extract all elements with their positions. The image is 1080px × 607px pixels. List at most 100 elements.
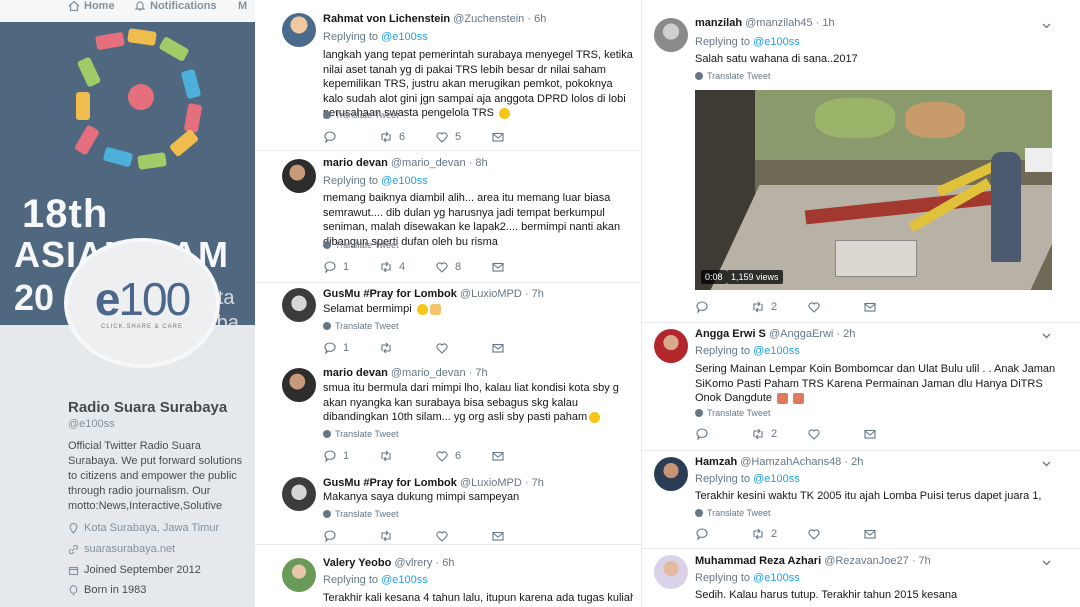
- translate-tweet[interactable]: Translate Tweet: [695, 71, 771, 81]
- user-avatar[interactable]: [654, 555, 688, 589]
- user-handle[interactable]: @Zuchenstein: [453, 13, 524, 25]
- chevron-down-icon[interactable]: [1042, 331, 1051, 340]
- tweet-time[interactable]: · 1h: [816, 17, 835, 29]
- translate-tweet[interactable]: Translate Tweet: [323, 509, 399, 519]
- user-avatar[interactable]: [654, 18, 688, 52]
- tweet-time[interactable]: · 7h: [912, 555, 931, 567]
- translate-tweet[interactable]: Translate Tweet: [695, 508, 771, 518]
- tweet-time[interactable]: · 6h: [527, 13, 546, 25]
- like-button[interactable]: [807, 300, 863, 314]
- reply-tweet[interactable]: Angga Erwi S @AnggaErwi · 2h Replying to…: [642, 322, 1080, 451]
- like-button[interactable]: [807, 527, 863, 541]
- replying-to-handle[interactable]: @e100ss: [381, 31, 428, 43]
- retweet-button[interactable]: [379, 529, 435, 543]
- tweet-time[interactable]: · 8h: [469, 157, 488, 169]
- reply-button[interactable]: [323, 529, 379, 543]
- reply-tweet[interactable]: mario devan @mario_devan · 8h Replying t…: [255, 150, 641, 283]
- like-button[interactable]: 6: [435, 449, 491, 463]
- tweet-time[interactable]: · 7h: [525, 477, 544, 489]
- retweet-button[interactable]: [379, 449, 435, 463]
- reply-tweet[interactable]: Hamzah @HamzahAchans48 · 2h Replying to …: [642, 450, 1080, 549]
- user-name[interactable]: Rahmat von Lichenstein: [323, 13, 450, 25]
- replying-to-handle[interactable]: @e100ss: [753, 572, 800, 584]
- translate-tweet[interactable]: Translate Tweet: [695, 408, 771, 418]
- user-name[interactable]: Muhammad Reza Azhari: [695, 555, 821, 567]
- replying-to-handle[interactable]: @e100ss: [381, 175, 428, 187]
- user-avatar[interactable]: [654, 457, 688, 491]
- user-handle[interactable]: @vlrery: [394, 557, 432, 569]
- replying-to-handle[interactable]: @e100ss: [753, 345, 800, 357]
- reply-button[interactable]: 1: [323, 341, 379, 355]
- retweet-button[interactable]: 2: [751, 300, 807, 314]
- user-name[interactable]: mario devan: [323, 367, 388, 379]
- user-avatar[interactable]: [654, 329, 688, 363]
- replying-to-handle[interactable]: @e100ss: [753, 473, 800, 485]
- tweet-time[interactable]: · 7h: [469, 367, 488, 379]
- chevron-down-icon[interactable]: [1042, 21, 1051, 30]
- user-name[interactable]: Hamzah: [695, 456, 737, 468]
- message-button[interactable]: [491, 130, 547, 144]
- reply-button[interactable]: [695, 427, 751, 441]
- user-name[interactable]: Angga Erwi S: [695, 328, 766, 340]
- user-handle[interactable]: @mario_devan: [391, 367, 466, 379]
- tweet-time[interactable]: · 2h: [844, 456, 863, 468]
- reply-tweet[interactable]: Rahmat von Lichenstein @Zuchenstein · 6h…: [255, 0, 641, 151]
- user-avatar[interactable]: [282, 368, 316, 402]
- reply-button[interactable]: 1: [323, 260, 379, 274]
- user-avatar[interactable]: [282, 13, 316, 47]
- reply-tweet[interactable]: Muhammad Reza Azhari @RezavanJoe27 · 7h …: [642, 548, 1080, 607]
- user-name[interactable]: Valery Yeobo: [323, 557, 391, 569]
- reply-button[interactable]: [695, 300, 751, 314]
- user-avatar[interactable]: [282, 159, 316, 193]
- reply-button[interactable]: [323, 130, 379, 144]
- user-name[interactable]: GusMu #Pray for Lombok: [323, 477, 457, 489]
- user-handle[interactable]: @HamzahAchans48: [740, 456, 841, 468]
- replying-to-handle[interactable]: @e100ss: [381, 574, 428, 586]
- translate-tweet[interactable]: Translate Tweet: [323, 240, 399, 250]
- retweet-button[interactable]: 6: [379, 130, 435, 144]
- message-button[interactable]: [863, 527, 919, 541]
- translate-tweet[interactable]: Translate Tweet: [323, 429, 399, 439]
- user-handle[interactable]: @AnggaErwi: [769, 328, 833, 340]
- user-avatar[interactable]: [282, 558, 316, 592]
- user-avatar[interactable]: [282, 477, 316, 511]
- reply-tweet[interactable]: Valery Yeobo @vlrery · 6h Replying to @e…: [255, 550, 641, 607]
- message-button[interactable]: [491, 449, 547, 463]
- like-button[interactable]: 8: [435, 260, 491, 274]
- like-button[interactable]: [435, 529, 491, 543]
- user-handle[interactable]: @LuxioMPD: [460, 477, 522, 489]
- chevron-down-icon[interactable]: [1042, 459, 1051, 468]
- reply-button[interactable]: 1: [323, 449, 379, 463]
- tweet-time[interactable]: · 7h: [525, 288, 544, 300]
- chevron-down-icon[interactable]: [1042, 558, 1051, 567]
- like-button[interactable]: [435, 341, 491, 355]
- retweet-button[interactable]: [379, 341, 435, 355]
- message-button[interactable]: [863, 427, 919, 441]
- retweet-button[interactable]: 2: [751, 527, 807, 541]
- reply-button[interactable]: [695, 527, 751, 541]
- user-name[interactable]: GusMu #Pray for Lombok: [323, 288, 457, 300]
- user-handle[interactable]: @LuxioMPD: [460, 288, 522, 300]
- user-handle[interactable]: @mario_devan: [391, 157, 466, 169]
- user-avatar[interactable]: [282, 288, 316, 322]
- reply-tweet[interactable]: GusMu #Pray for Lombok @LuxioMPD · 7h Ma…: [255, 472, 641, 545]
- tweet-time[interactable]: · 6h: [435, 557, 454, 569]
- message-button[interactable]: [491, 341, 547, 355]
- message-button[interactable]: [491, 529, 547, 543]
- message-button[interactable]: [863, 300, 919, 314]
- replying-to-handle[interactable]: @e100ss: [753, 36, 800, 48]
- retweet-button[interactable]: 4: [379, 260, 435, 274]
- user-name[interactable]: mario devan: [323, 157, 388, 169]
- reply-tweet[interactable]: GusMu #Pray for Lombok @LuxioMPD · 7h Se…: [255, 282, 641, 362]
- reply-tweet[interactable]: manzilah @manzilah45 · 1h Replying to @e…: [642, 0, 1080, 323]
- translate-tweet[interactable]: Translate Tweet: [323, 321, 399, 331]
- translate-tweet[interactable]: Translate Tweet: [323, 110, 399, 120]
- user-handle[interactable]: @RezavanJoe27: [824, 555, 909, 567]
- message-button[interactable]: [491, 260, 547, 274]
- tweet-time[interactable]: · 2h: [836, 328, 855, 340]
- user-handle[interactable]: @manzilah45: [745, 17, 812, 29]
- like-button[interactable]: 5: [435, 130, 491, 144]
- retweet-button[interactable]: 2: [751, 427, 807, 441]
- like-button[interactable]: [807, 427, 863, 441]
- user-name[interactable]: manzilah: [695, 17, 742, 29]
